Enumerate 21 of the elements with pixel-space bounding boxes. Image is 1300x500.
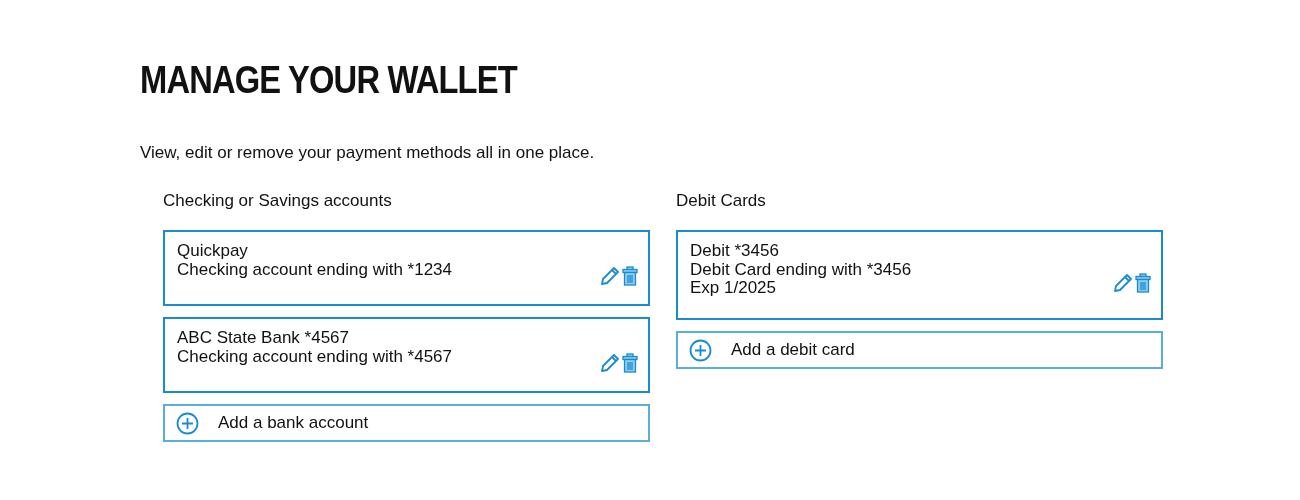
trash-icon[interactable] — [1135, 273, 1151, 293]
trash-icon[interactable] — [622, 353, 638, 373]
section-heading: Checking or Savings accounts — [163, 190, 392, 212]
edit-icon[interactable] — [1112, 272, 1134, 294]
add-button[interactable]: Add a bank account — [163, 404, 650, 442]
trash-icon[interactable] — [622, 266, 638, 286]
account-detail: Exp 1/2025 — [690, 279, 776, 297]
account-detail: Checking account ending with *1234 — [177, 261, 453, 279]
section-heading: Debit Cards — [676, 190, 766, 212]
account-name: Quickpay — [177, 242, 248, 260]
add-icon — [176, 411, 199, 435]
edit-icon[interactable] — [599, 265, 621, 287]
edit-icon[interactable] — [599, 352, 621, 374]
account-name: ABC State Bank *4567 — [177, 329, 349, 347]
account-name: Debit *3456 — [690, 242, 779, 260]
add-button[interactable]: Add a debit card — [676, 331, 1163, 369]
add-icon — [689, 338, 712, 362]
account-detail: Checking account ending with *4567 — [177, 348, 453, 366]
page-title: MANAGE YOUR WALLET — [140, 58, 517, 102]
account-detail: Debit Card ending with *3456 — [690, 261, 912, 279]
page-description: View, edit or remove your payment methods all in one place. — [140, 142, 595, 164]
